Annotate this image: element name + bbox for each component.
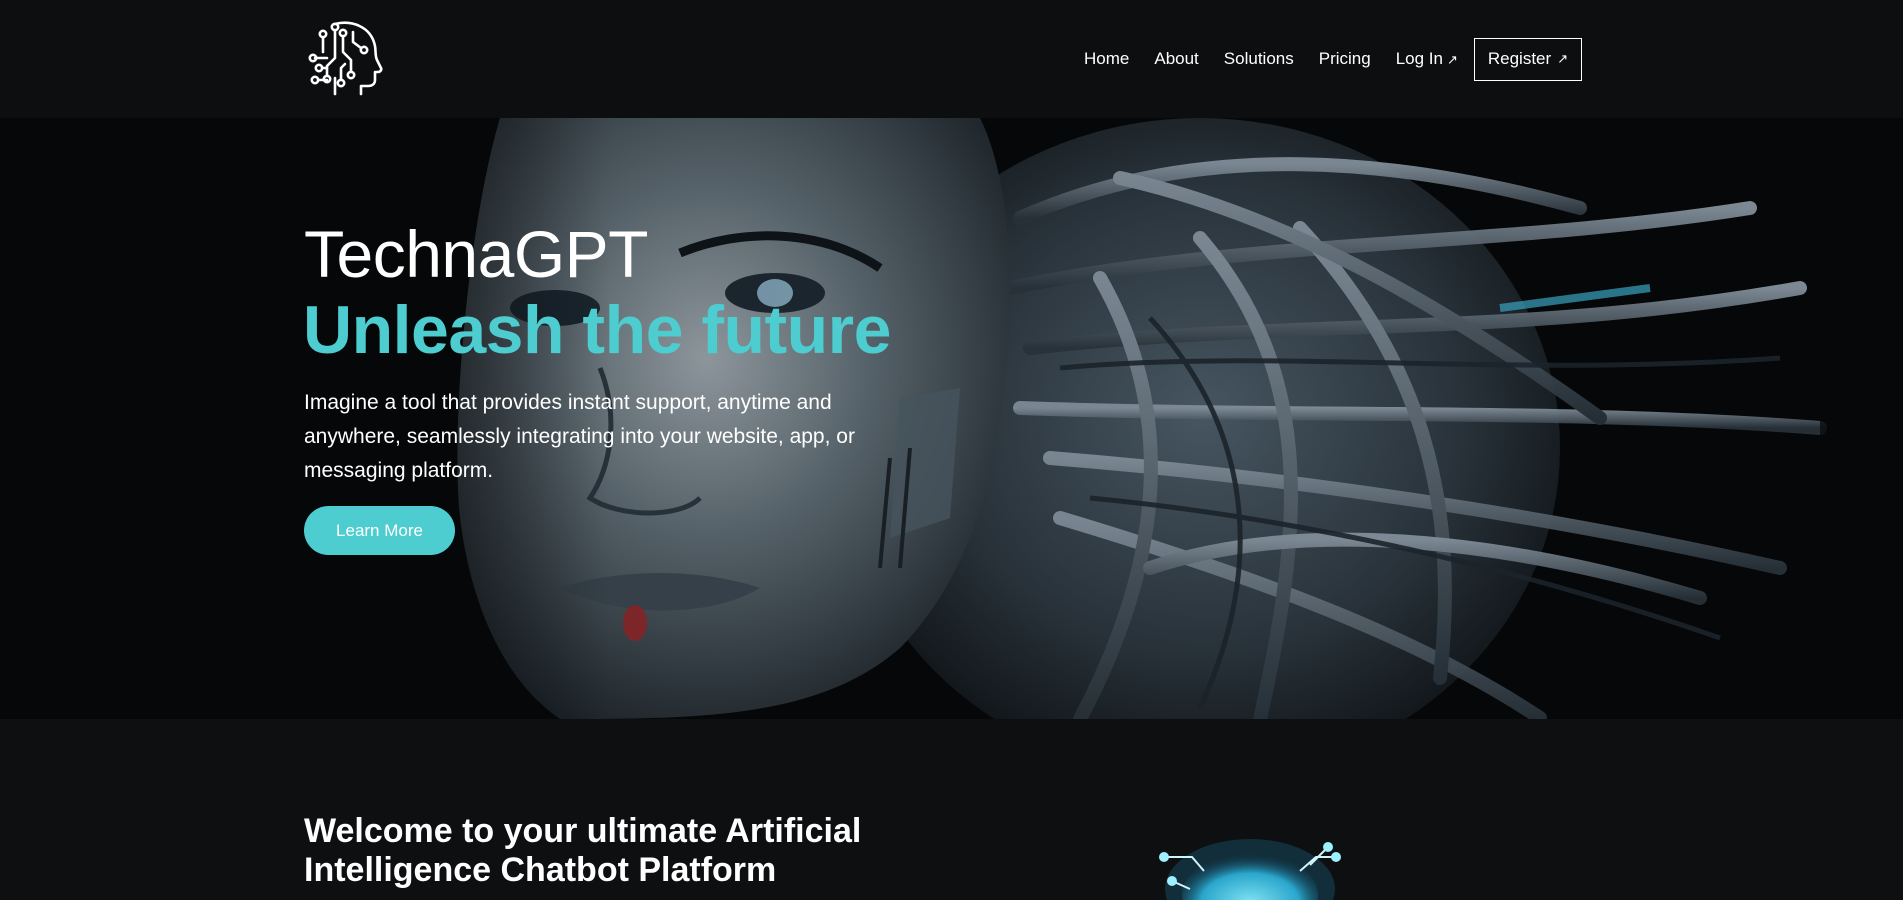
brain-network-image (1159, 839, 1341, 900)
welcome-title: Welcome to your ultimate Artificial Inte… (304, 812, 862, 889)
nav-pricing-link[interactable]: Pricing (1319, 49, 1371, 69)
robot-head-image (0, 118, 1903, 719)
learn-more-label: Learn More (336, 520, 423, 540)
nav-solutions-label: Solutions (1223, 49, 1294, 68)
circuit-head-logo-icon[interactable] (305, 18, 383, 98)
external-arrow-icon: ↗ (1446, 52, 1458, 67)
nav-home-label: Home (1084, 49, 1130, 68)
welcome-section: Welcome to your ultimate Artificial Inte… (0, 719, 1903, 900)
hero-description: Imagine a tool that provides instant sup… (304, 391, 855, 482)
hero-section: TechnaGPT Unleash the future Imagine a t… (0, 118, 1903, 719)
nav-login-link[interactable]: Log In ↗ (1396, 49, 1458, 69)
nav-home-link[interactable]: Home (1084, 49, 1129, 69)
site-header: Home About Solutions Pricing Log In ↗ Reg… (0, 0, 1903, 118)
hero-tagline: Unleash the future (303, 292, 891, 368)
nav-solutions-link[interactable]: Solutions (1224, 49, 1294, 69)
hero-title: TechnaGPT (304, 217, 649, 291)
page: Home About Solutions Pricing Log In ↗ Reg… (0, 0, 1903, 900)
nav-login-label: Log In (1395, 49, 1443, 68)
register-label: Register (1487, 49, 1552, 68)
nav-about-label: About (1154, 49, 1199, 68)
learn-more-button[interactable]: Learn More (304, 506, 455, 555)
nav-about-link[interactable]: About (1154, 49, 1198, 69)
external-arrow-icon: ↗ (1557, 51, 1569, 66)
nav-pricing-label: Pricing (1318, 49, 1371, 68)
register-button[interactable]: Register ↗ (1473, 37, 1583, 81)
main-nav: Home About Solutions Pricing Log In ↗ Reg… (1084, 36, 1583, 82)
